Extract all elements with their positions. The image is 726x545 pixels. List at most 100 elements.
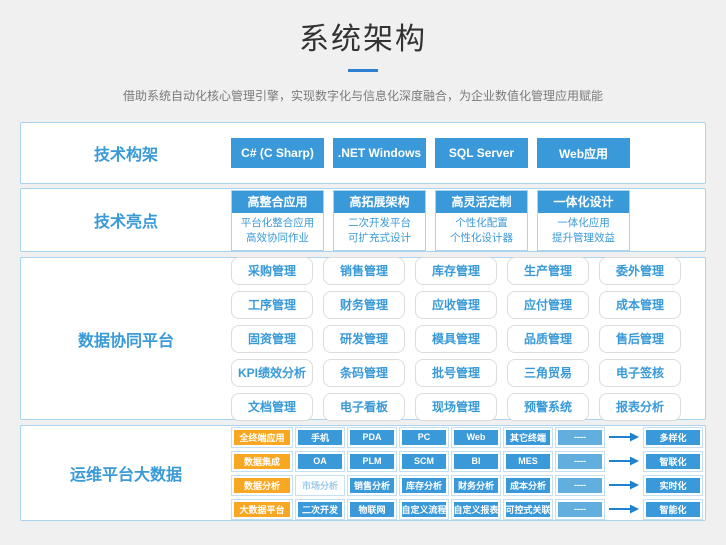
section-highlights: 技术亮点 高整合应用平台化整合应用高效协同作业高拓展架构二次开发平台可扩充式设计… [20,188,706,252]
module-button[interactable]: 批号管理 [415,359,497,387]
highlight-card-body: 二次开发平台可扩充式设计 [334,213,425,250]
tech-button[interactable]: C# (C Sharp) [231,138,324,168]
ops-chip[interactable]: 手机 [298,430,342,445]
flow-arrow-icon [609,504,639,514]
ops-chip[interactable]: 二次开发 [298,502,342,517]
ops-chip-box: Web [451,427,501,448]
ops-chip-box: 自定义报表 [451,499,501,520]
ops-flow-row: 数据集成OAPLMSCMBIMES----智联化 [231,451,703,472]
ops-chip[interactable]: 自定义流程 [402,502,446,517]
ops-chip[interactable]: 财务分析 [454,478,498,493]
ops-chip[interactable]: MES [506,454,550,469]
module-button[interactable]: 固资管理 [231,325,313,353]
system-architecture-page: 系统架构 借助系统自动化核心管理引擎，实现数字化与信息化深度融合，为企业数值化管… [0,0,726,545]
tech-button[interactable]: SQL Server [435,138,528,168]
flow-arrow-icon [609,432,639,442]
module-button[interactable]: 采购管理 [231,257,313,285]
tech-button[interactable]: .NET Windows [333,138,426,168]
ops-chip-box: SCM [399,451,449,472]
tech-button[interactable]: Web应用 [537,138,630,168]
ops-result-box: 智能化 [643,499,703,520]
highlight-card: 一体化设计一体化应用提升管理效益 [537,190,630,251]
module-button[interactable]: 财务管理 [323,291,405,319]
module-button[interactable]: 三角贸易 [507,359,589,387]
module-button[interactable]: 现场管理 [415,393,497,421]
ops-chip[interactable]: OA [298,454,342,469]
ops-chip[interactable]: PC [402,430,446,445]
flow-arrow-icon [609,456,639,466]
ops-result-chip[interactable]: 实时化 [646,478,700,493]
ops-chip[interactable]: 成本分析 [506,478,550,493]
module-button[interactable]: 报表分析 [599,393,681,421]
highlight-card-line: 平台化整合应用 [232,216,323,231]
module-button[interactable]: 工序管理 [231,291,313,319]
module-button[interactable]: 文档管理 [231,393,313,421]
ops-chip[interactable]: SCM [402,454,446,469]
ops-more-chip[interactable]: ---- [558,502,602,517]
highlight-card-line: 可扩充式设计 [334,231,425,246]
ops-chip-box: 成本分析 [503,475,553,496]
ops-category-box: 大数据平台 [231,499,293,520]
ops-chip-box: 手机 [295,427,345,448]
ops-chip-box: ---- [555,427,605,448]
ops-chip-box: ---- [555,475,605,496]
module-button[interactable]: 成本管理 [599,291,681,319]
ops-chip[interactable]: 可控式关联 [506,502,550,517]
module-button[interactable]: KPI绩效分析 [231,359,313,387]
ops-more-chip[interactable]: ---- [558,430,602,445]
highlight-card-title: 高整合应用 [232,191,323,213]
module-row: 工序管理财务管理应收管理应付管理成本管理 [231,291,681,319]
module-button[interactable]: 委外管理 [599,257,681,285]
ops-result-chip[interactable]: 多样化 [646,430,700,445]
ops-more-chip[interactable]: ---- [558,478,602,493]
highlight-card: 高整合应用平台化整合应用高效协同作业 [231,190,324,251]
ops-result-chip[interactable]: 智能化 [646,502,700,517]
ops-chip[interactable]: 其它终端 [506,430,550,445]
module-button[interactable]: 销售管理 [323,257,405,285]
ops-more-chip[interactable]: ---- [558,454,602,469]
ops-chip[interactable]: 物联网 [350,502,394,517]
highlight-card-title: 高灵活定制 [436,191,527,213]
ops-category-label: 大数据平台 [234,502,290,517]
module-button[interactable]: 电子看板 [323,393,405,421]
ops-chip[interactable]: PLM [350,454,394,469]
module-button[interactable]: 预警系统 [507,393,589,421]
ops-chip[interactable]: PDA [350,430,394,445]
ops-chip-box: MES [503,451,553,472]
ops-chip-box: 自定义流程 [399,499,449,520]
module-row: 采购管理销售管理库存管理生产管理委外管理 [231,257,681,285]
module-row: KPI绩效分析条码管理批号管理三角贸易电子签核 [231,359,681,387]
module-button[interactable]: 应收管理 [415,291,497,319]
module-button[interactable]: 生产管理 [507,257,589,285]
module-button[interactable]: 应付管理 [507,291,589,319]
module-button[interactable]: 条码管理 [323,359,405,387]
ops-chip-box: 市场分析 [295,475,345,496]
ops-chip-box: 可控式关联 [503,499,553,520]
module-button[interactable]: 研发管理 [323,325,405,353]
ops-chip[interactable]: 销售分析 [350,478,394,493]
highlight-card-title: 一体化设计 [538,191,629,213]
ops-chip-box: 财务分析 [451,475,501,496]
module-button[interactable]: 电子签核 [599,359,681,387]
ops-result-chip[interactable]: 智联化 [646,454,700,469]
highlight-card-body: 一体化应用提升管理效益 [538,213,629,250]
highlight-cards: 高整合应用平台化整合应用高效协同作业高拓展架构二次开发平台可扩充式设计高灵活定制… [231,190,630,251]
ops-flow-row: 大数据平台二次开发物联网自定义流程自定义报表可控式关联 ---- 智能化 [231,499,703,520]
highlight-card-title: 高拓展架构 [334,191,425,213]
ops-chip-box: PDA [347,427,397,448]
highlight-card-line: 提升管理效益 [538,231,629,246]
module-button[interactable]: 品质管理 [507,325,589,353]
ops-category-label: 数据分析 [234,478,290,493]
ops-chip[interactable]: 自定义报表 [454,502,498,517]
ops-result-box: 智联化 [643,451,703,472]
ops-chip-box: BI [451,451,501,472]
module-button[interactable]: 库存管理 [415,257,497,285]
module-button[interactable]: 售后管理 [599,325,681,353]
section-data-platform: 数据协同平台 采购管理销售管理库存管理生产管理委外管理工序管理财务管理应收管理应… [20,257,706,420]
highlight-card-body: 个性化配置个性化设计器 [436,213,527,250]
module-button[interactable]: 模具管理 [415,325,497,353]
ops-chip[interactable]: Web [454,430,498,445]
ops-chip[interactable]: BI [454,454,498,469]
ops-chip[interactable]: 库存分析 [402,478,446,493]
ops-chip[interactable]: 市场分析 [298,478,342,493]
